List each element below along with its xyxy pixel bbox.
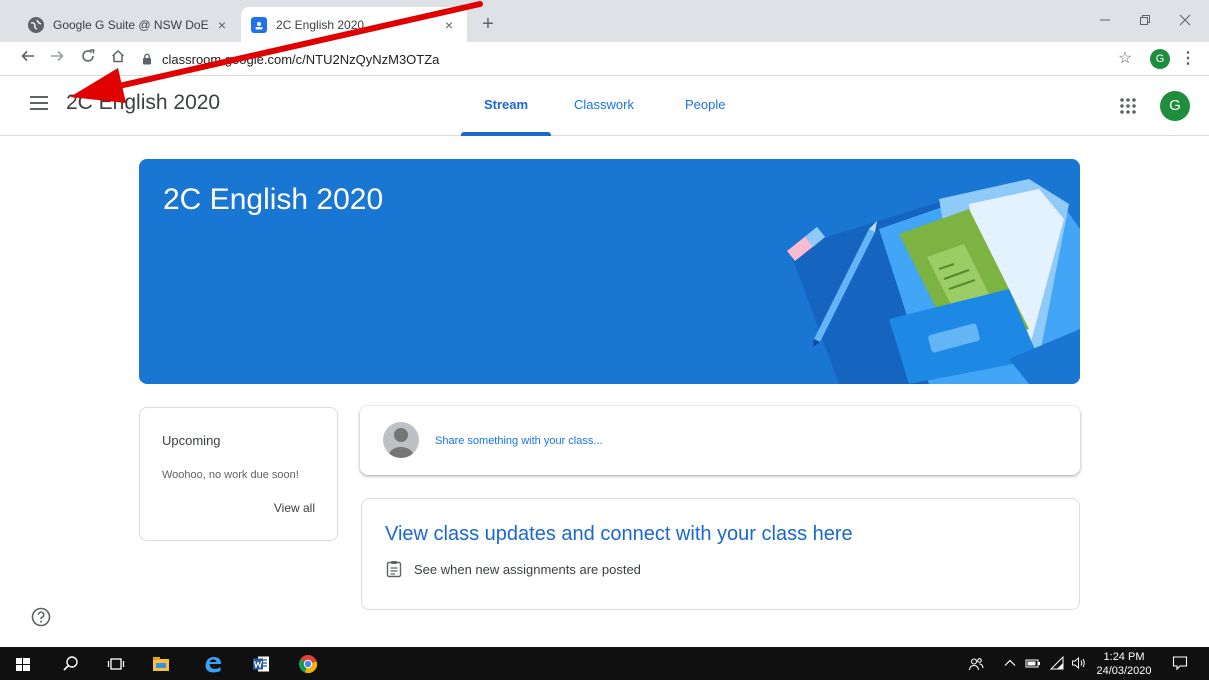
windows-start-icon[interactable] xyxy=(12,653,34,675)
tab-people[interactable]: People xyxy=(685,97,725,112)
close-icon[interactable]: × xyxy=(441,17,457,33)
tab-title: Google G Suite @ NSW DoE xyxy=(53,17,209,32)
search-icon[interactable] xyxy=(60,653,82,675)
lock-icon xyxy=(140,52,154,66)
globe-icon xyxy=(28,16,44,33)
google-apps-icon[interactable] xyxy=(1118,96,1138,116)
clock-date: 24/03/2020 xyxy=(1096,665,1152,677)
forward-icon[interactable] xyxy=(46,48,68,70)
selected-tab-indicator xyxy=(461,132,551,136)
bookmark-star-icon[interactable]: ☆ xyxy=(1114,48,1136,70)
classroom-header: 2C English 2020 Stream Classwork People … xyxy=(0,76,1209,136)
chrome-icon[interactable] xyxy=(297,653,319,675)
tab-stream[interactable]: Stream xyxy=(484,97,528,112)
upcoming-heading: Upcoming xyxy=(162,433,221,448)
browser-tab-strip: Google G Suite @ NSW DoE × 2C English 20… xyxy=(0,0,1209,42)
windows-taskbar: 1:24 PM 24/03/2020 xyxy=(0,647,1209,680)
tab-classwork[interactable]: Classwork xyxy=(574,97,634,112)
account-avatar[interactable]: G xyxy=(1160,91,1190,121)
show-hidden-icons-icon[interactable] xyxy=(1003,656,1017,673)
upcoming-message: Woohoo, no work due soon! xyxy=(162,469,299,481)
reload-icon[interactable] xyxy=(77,48,99,70)
updates-item-text: See when new assignments are posted xyxy=(414,561,641,577)
class-updates-card: View class updates and connect with your… xyxy=(361,498,1080,610)
class-title[interactable]: 2C English 2020 xyxy=(66,91,220,115)
classroom-icon xyxy=(251,16,267,33)
wifi-icon[interactable] xyxy=(1049,655,1065,673)
view-all-link[interactable]: View all xyxy=(274,501,315,515)
browser-tab-classroom[interactable]: 2C English 2020 × xyxy=(241,7,467,42)
updates-headline: View class updates and connect with your… xyxy=(385,523,853,545)
upcoming-card: Upcoming Woohoo, no work due soon! View … xyxy=(139,407,338,541)
browser-profile-avatar[interactable]: G xyxy=(1150,49,1170,69)
hamburger-menu-icon[interactable] xyxy=(30,96,48,110)
notifications-icon[interactable] xyxy=(1172,655,1188,674)
user-avatar-icon xyxy=(383,422,419,458)
banner-title[interactable]: 2C English 2020 xyxy=(163,183,383,217)
taskbar-clock[interactable]: 1:24 PM 24/03/2020 xyxy=(1094,650,1154,678)
browser-tab-gsuite[interactable]: Google G Suite @ NSW DoE × xyxy=(18,7,240,42)
help-icon[interactable] xyxy=(31,607,51,627)
task-view-icon[interactable] xyxy=(105,653,127,675)
share-placeholder[interactable]: Share something with your class... xyxy=(435,435,603,447)
volume-icon[interactable] xyxy=(1071,656,1087,673)
screen: Google G Suite @ NSW DoE × 2C English 20… xyxy=(0,0,1209,680)
tab-title: 2C English 2020 xyxy=(276,17,365,32)
browser-toolbar: classroom.google.com/c/NTU2NzQyNzM3OTZa … xyxy=(0,42,1209,76)
clock-time: 1:24 PM xyxy=(1103,651,1145,663)
edge-icon[interactable] xyxy=(202,653,224,675)
share-box[interactable]: Share something with your class... xyxy=(360,406,1080,475)
backpack-illustration xyxy=(787,179,1080,384)
word-icon[interactable] xyxy=(250,653,272,675)
home-icon[interactable] xyxy=(107,48,129,70)
battery-icon[interactable] xyxy=(1025,656,1041,673)
browser-menu-icon[interactable]: ⋮ xyxy=(1180,48,1196,70)
address-bar[interactable]: classroom.google.com/c/NTU2NzQyNzM3OTZa xyxy=(140,47,1100,71)
minimize-icon[interactable] xyxy=(1090,8,1120,34)
clipboard-icon xyxy=(385,560,403,578)
close-icon[interactable]: × xyxy=(214,17,230,33)
back-icon[interactable] xyxy=(17,48,39,70)
restore-icon[interactable] xyxy=(1130,8,1160,34)
file-explorer-icon[interactable] xyxy=(150,653,172,675)
window-close-icon[interactable] xyxy=(1170,8,1200,34)
new-tab-button[interactable]: + xyxy=(476,12,500,36)
people-icon[interactable] xyxy=(968,656,984,675)
url-text: classroom.google.com/c/NTU2NzQyNzM3OTZa xyxy=(162,51,440,67)
class-banner: 2C English 2020 xyxy=(139,159,1080,384)
updates-item: See when new assignments are posted xyxy=(385,560,641,578)
